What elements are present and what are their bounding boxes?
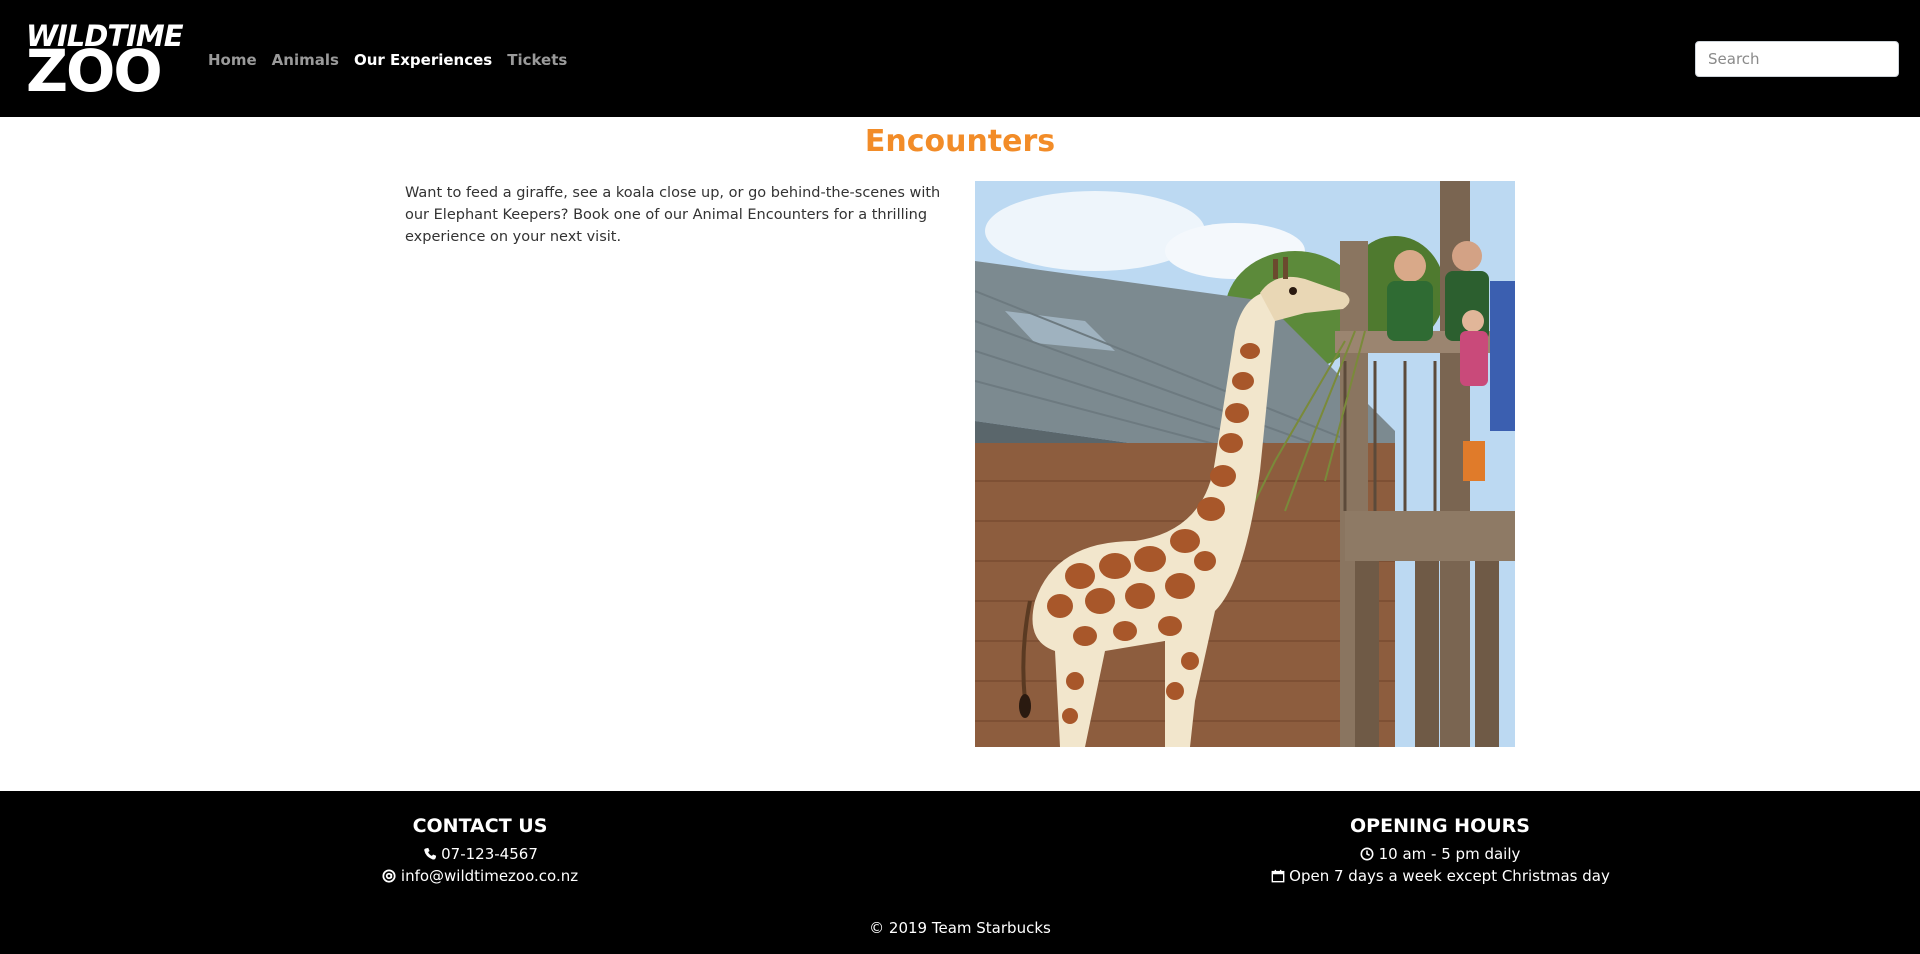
at-icon <box>382 869 397 884</box>
navbar: WILDTIME ZOO Home Animals Our Experience… <box>0 0 1920 117</box>
calendar-icon <box>1270 869 1285 884</box>
clock-icon <box>1360 847 1375 862</box>
email-address[interactable]: info@wildtimezoo.co.nz <box>401 865 578 887</box>
phone-number: 07-123-4567 <box>441 845 538 863</box>
opening-hours-heading: OPENING HOURS <box>1350 815 1530 837</box>
hours-days: Open 7 days a week except Christmas day <box>1240 865 1640 887</box>
nav-animals[interactable]: Animals <box>272 51 339 69</box>
intro-text: Want to feed a giraffe, see a koala clos… <box>405 185 941 245</box>
contact-email: info@wildtimezoo.co.nz <box>280 865 680 887</box>
giraffe-feeding-photo <box>975 181 1515 747</box>
copyright: © 2019 Team Starbucks <box>869 919 1051 937</box>
search-input[interactable] <box>1695 41 1899 77</box>
hours-time: 10 am - 5 pm daily <box>1240 843 1640 865</box>
site-logo[interactable]: WILDTIME ZOO <box>26 20 184 100</box>
footer: CONTACT US 07-123-4567 info@wildtimezoo.… <box>0 791 1920 954</box>
contact-phone: 07-123-4567 <box>280 843 680 865</box>
contact-heading: CONTACT US <box>412 815 548 837</box>
logo-zoo: ZOO <box>26 37 163 105</box>
hours-text: 10 am - 5 pm daily <box>1378 845 1521 863</box>
days-text: Open 7 days a week except Christmas day <box>1289 867 1610 885</box>
nav-home[interactable]: Home <box>208 51 257 69</box>
opening-hours-section: OPENING HOURS 10 am - 5 pm daily Open 7 … <box>1240 813 1640 887</box>
nav-our-experiences[interactable]: Our Experiences <box>354 51 492 69</box>
contact-section: CONTACT US 07-123-4567 info@wildtimezoo.… <box>280 813 680 887</box>
phone-icon <box>422 847 437 862</box>
main-nav: Home Animals Our Experiences Tickets <box>208 48 567 72</box>
nav-tickets[interactable]: Tickets <box>507 51 567 69</box>
page-title: Encounters <box>864 124 1056 159</box>
giraffe-photo-illustration <box>975 181 1515 747</box>
